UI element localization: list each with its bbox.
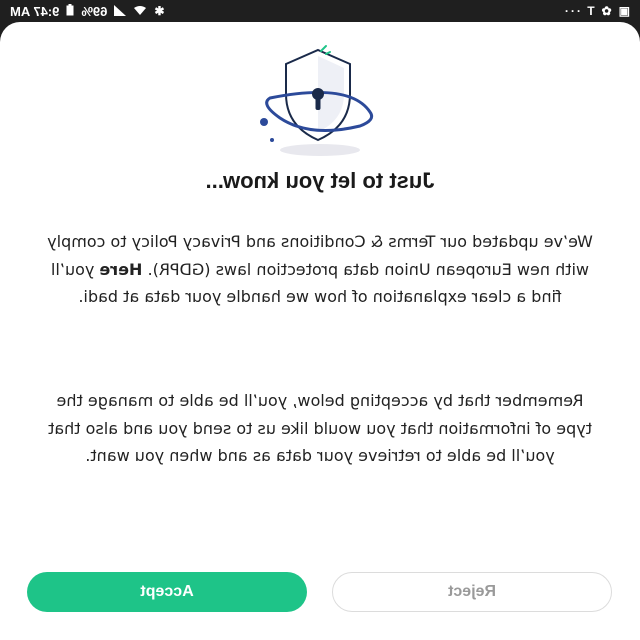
keyhole-slot — [315, 96, 321, 110]
status-bar-left: ▣ ✿ T ··· — [562, 4, 630, 18]
text-icon: T — [587, 4, 595, 18]
bluetooth-icon: ✱ — [154, 4, 165, 18]
reject-button[interactable]: Reject — [332, 572, 612, 612]
fan-icon: ✿ — [601, 4, 612, 18]
orbit-dot-small — [270, 138, 274, 142]
gdpr-dialog: Just to let you know... We’ve updated ou… — [0, 22, 640, 640]
signal-icon — [114, 4, 127, 18]
gdpr-explanation: We’ve updated our Terms & Conditions and… — [40, 228, 600, 311]
image-icon: ▣ — [618, 4, 630, 18]
status-bar: ▣ ✿ T ··· ✱ 69% 9:47 AM — [0, 0, 640, 22]
orbit-dot — [260, 118, 268, 126]
dialog-title: Just to let you know... — [205, 168, 435, 193]
battery-percent: 69% — [81, 3, 108, 19]
accept-info-text: Remember that by accepting below, you’ll… — [48, 391, 592, 465]
clock: 9:47 AM — [10, 3, 60, 19]
security-shield-illustration — [260, 45, 374, 156]
accept-button[interactable]: Accept — [27, 572, 307, 612]
battery-icon — [66, 4, 74, 18]
more-notifications-icon: ··· — [562, 4, 581, 18]
status-bar-right: ✱ 69% 9:47 AM — [10, 4, 164, 19]
mirrored-screen: ▣ ✿ T ··· ✱ 69% 9:47 AM Just to let you … — [0, 0, 640, 640]
here-link[interactable]: Here — [99, 260, 142, 279]
shadow — [280, 144, 360, 156]
wifi-icon — [133, 5, 147, 18]
